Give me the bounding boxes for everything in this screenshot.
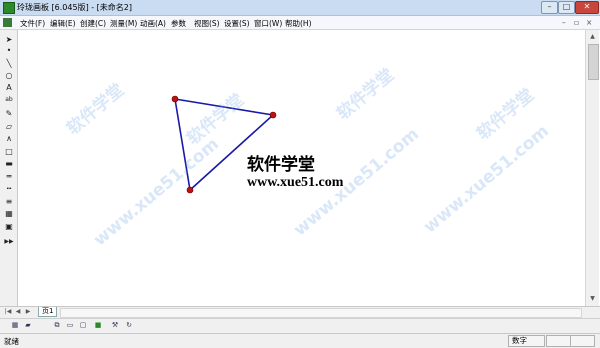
tools-icon[interactable]: ⚒ bbox=[110, 321, 120, 330]
refresh-icon[interactable]: ↻ bbox=[124, 321, 134, 330]
rectangle-tool-icon[interactable]: □ bbox=[3, 146, 15, 157]
page-stack-icon[interactable]: ▭ bbox=[65, 321, 75, 330]
first-page-icon[interactable]: |◀ bbox=[4, 308, 12, 316]
document-icon[interactable] bbox=[3, 18, 12, 27]
select-arrow-icon[interactable]: ➤ bbox=[3, 34, 15, 45]
close-button[interactable]: ✕ bbox=[575, 1, 599, 14]
text-tool-A-icon[interactable]: A bbox=[3, 82, 15, 93]
scroll-down-icon[interactable]: ▼ bbox=[588, 294, 597, 303]
circle-tool-icon[interactable]: ○ bbox=[3, 70, 15, 81]
prev-page-icon[interactable]: ◀ bbox=[14, 308, 22, 316]
multi-line-icon[interactable]: ≡ bbox=[3, 196, 15, 207]
menu-view[interactable]: 视图(S) bbox=[194, 18, 220, 29]
fast-forward-icon[interactable]: ▶▶ bbox=[3, 236, 15, 247]
menu-edit[interactable]: 编辑(E) bbox=[50, 18, 76, 29]
maximize-button[interactable]: □ bbox=[558, 1, 575, 14]
mdi-close-icon[interactable]: × bbox=[586, 18, 592, 27]
bottom-toolbar: ▦ ▰ ⧉ ▭ ▢ ■ ⚒ ↻ bbox=[0, 318, 600, 333]
mdi-restore-icon[interactable]: ▫ bbox=[574, 18, 579, 27]
color-palette-icon[interactable]: ▦ bbox=[3, 208, 15, 219]
image-tool-icon[interactable]: ▣ bbox=[3, 221, 15, 232]
menu-file[interactable]: 文件(F) bbox=[20, 18, 45, 29]
vertex-point[interactable] bbox=[269, 111, 277, 119]
scroll-up-icon[interactable]: ▲ bbox=[588, 32, 597, 41]
tab-page-1[interactable]: 页1 bbox=[38, 307, 58, 317]
status-panel-empty bbox=[546, 335, 571, 347]
menu-settings[interactable]: 设置(S) bbox=[224, 18, 250, 29]
status-ready: 就绪 bbox=[4, 337, 19, 346]
window-title: 玲珑画板 [6.045版] - [未命名2] bbox=[17, 3, 132, 12]
title-bar: 玲珑画板 [6.045版] - [未命名2] – □ ✕ bbox=[0, 0, 600, 16]
menu-parameters[interactable]: 参数 bbox=[171, 18, 186, 29]
point-tool-icon[interactable]: • bbox=[3, 45, 15, 56]
minimize-button[interactable]: – bbox=[541, 1, 558, 14]
dashed-line-icon[interactable]: ┅ bbox=[3, 183, 15, 194]
text-tool-ab-icon[interactable]: ab bbox=[3, 94, 15, 105]
eraser-tool-icon[interactable]: ▱ bbox=[3, 121, 15, 132]
canvas-title-text[interactable]: 软件学堂 bbox=[247, 150, 315, 175]
status-numlock: 数字 bbox=[508, 335, 545, 347]
vertex-point[interactable] bbox=[186, 186, 194, 194]
thin-line-icon[interactable]: ═ bbox=[3, 171, 15, 182]
menu-bar: 文件(F) 编辑(E) 创建(C) 测量(M) 动画(A) 参数 视图(S) 设… bbox=[0, 16, 600, 30]
next-page-icon[interactable]: ▶ bbox=[24, 308, 32, 316]
layer-icon[interactable]: ▰ bbox=[23, 321, 33, 330]
vertex-point[interactable] bbox=[171, 95, 179, 103]
menu-create[interactable]: 创建(C) bbox=[80, 18, 106, 29]
status-panel-empty bbox=[570, 335, 595, 347]
menu-help[interactable]: 帮助(H) bbox=[285, 18, 312, 29]
mdi-minimize-icon[interactable]: – bbox=[562, 18, 566, 27]
toolbox: ➤ • ╲ ○ Aab ✎ ▱ ∧ □ ▬ ═ ┅ ≡ ▦ ▣ ▶▶ bbox=[0, 30, 18, 308]
horizontal-scrollbar[interactable] bbox=[60, 308, 582, 318]
polyline-tool-icon[interactable]: ∧ bbox=[3, 133, 15, 144]
menu-window[interactable]: 窗口(W) bbox=[254, 18, 282, 29]
scroll-thumb[interactable] bbox=[588, 44, 599, 80]
canvas-url-text[interactable]: www.xue51.com bbox=[247, 175, 343, 191]
page-tab-strip: |◀ ◀ ▶ 页1 bbox=[0, 306, 600, 318]
thick-line-icon[interactable]: ▬ bbox=[3, 158, 15, 169]
green-square-icon[interactable]: ■ bbox=[93, 321, 103, 330]
app-icon bbox=[3, 2, 15, 14]
status-bar: 就绪 数字 bbox=[0, 333, 600, 348]
page-add-icon[interactable]: ▢ bbox=[78, 321, 88, 330]
vertical-scrollbar[interactable]: ▲ ▼ bbox=[585, 30, 599, 306]
menu-measure[interactable]: 测量(M) bbox=[110, 18, 137, 29]
grid-view-icon[interactable]: ▦ bbox=[10, 321, 20, 330]
pencil-tool-icon[interactable]: ✎ bbox=[3, 108, 15, 119]
line-tool-icon[interactable]: ╲ bbox=[3, 58, 15, 69]
menu-animate[interactable]: 动画(A) bbox=[140, 18, 166, 29]
page-copy-icon[interactable]: ⧉ bbox=[52, 321, 62, 330]
